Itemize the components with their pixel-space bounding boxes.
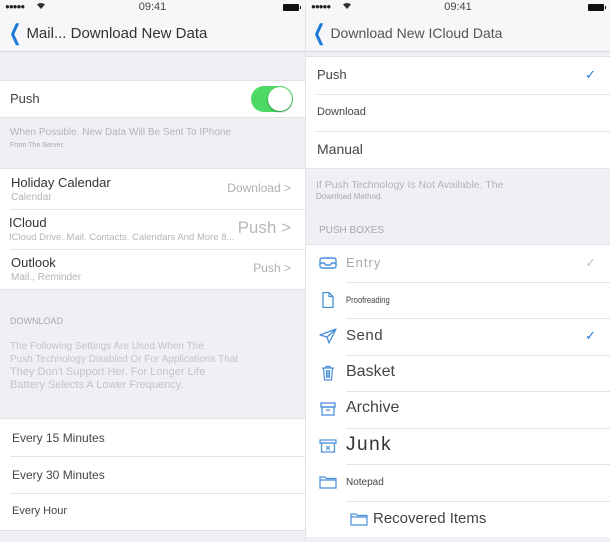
interval-label: Every 30 Minutes	[12, 468, 105, 482]
accounts-group: Holiday Calendar Calendar Download > ICl…	[0, 168, 305, 290]
box-row-recovered-items[interactable]: Recovered Items	[306, 500, 610, 537]
download-footnote-line: Push Technology Disabled Or For Applicat…	[10, 354, 239, 365]
push-footnote-line1: When Possible. New Data Will Be Sent To …	[10, 127, 232, 138]
box-label: Archive	[346, 399, 400, 416]
status-bar: ●●●●● 09:41	[306, 0, 610, 16]
chevron-left-icon: ❮	[8, 20, 22, 45]
interval-label: Every Hour	[12, 505, 68, 517]
push-boxes-header: PUSH BOXES	[319, 225, 385, 236]
mail-download-settings-screen: ●●●●● 09:41 ❮ Mail... Download New Data …	[0, 0, 305, 542]
account-subtitle: Mail., Reminder	[11, 272, 82, 283]
back-button[interactable]: ❮ Download New ICloud Data	[310, 20, 503, 45]
account-subtitle: Calendar	[11, 192, 52, 203]
status-bar: ●●●●● 09:41	[0, 0, 305, 16]
interval-row-hour[interactable]: Every Hour	[0, 493, 305, 530]
push-row: Push	[0, 81, 305, 117]
checkmark-icon: ✓	[585, 328, 596, 343]
battery-icon	[283, 4, 301, 11]
box-row-entry[interactable]: Entry ✓	[306, 245, 610, 282]
push-footnote-line2: From The Server.	[10, 142, 65, 149]
junk-box-icon	[319, 438, 337, 453]
account-row-outlook[interactable]: Outlook Mail., Reminder Push >	[0, 249, 305, 289]
interval-row-30-minutes[interactable]: Every 30 Minutes	[0, 456, 305, 493]
toggle-knob	[268, 87, 292, 111]
account-fetch-value: Push >	[253, 261, 291, 275]
method-row-download[interactable]: Download	[306, 94, 610, 131]
box-row-send[interactable]: Send ✓	[306, 318, 610, 355]
interval-group: Every 15 Minutes Every 30 Minutes Every …	[0, 418, 305, 531]
method-label: Download	[317, 106, 366, 118]
nav-title: Download New ICloud Data	[330, 25, 503, 41]
method-label: Manual	[317, 141, 363, 157]
account-row-icloud[interactable]: ICloud ICloud Drive. Mail. Contacts. Cal…	[0, 209, 305, 249]
push-boxes-group: Entry ✓ Proofreading Send ✓ Basket Archi…	[306, 244, 610, 537]
push-group: Push	[0, 80, 305, 118]
box-row-junk[interactable]: Junk	[306, 427, 610, 464]
account-name: Holiday Calendar	[11, 175, 111, 190]
box-row-basket[interactable]: Basket	[306, 354, 610, 391]
methods-footnote-line1: If Push Technology Is Not Available. The	[316, 179, 504, 191]
download-section: DOWNLOAD The Following Settings Are Used…	[0, 290, 305, 418]
box-label: Recovered Items	[373, 509, 487, 527]
download-footnote-line: Battery Selects A Lower Frequency.	[10, 379, 184, 391]
box-row-proofreading[interactable]: Proofreading	[306, 281, 610, 318]
draft-document-icon	[322, 291, 334, 308]
box-label: Send	[346, 327, 384, 344]
method-label: Push	[317, 67, 347, 82]
box-row-notepad[interactable]: Notepad	[306, 464, 610, 501]
methods-footnote-line2: Download Method.	[316, 192, 383, 201]
clock-time: 09:41	[138, 1, 167, 13]
checkmark-icon: ✓	[585, 67, 596, 82]
account-fetch-value: Push >	[237, 218, 291, 237]
download-section-header: DOWNLOAD	[10, 316, 64, 326]
account-name: Outlook	[11, 255, 56, 270]
trash-icon	[322, 365, 334, 381]
download-footnote-line: The Following Settings Are Used When The	[10, 341, 204, 352]
paper-plane-icon	[319, 328, 337, 344]
account-fetch-value: Download >	[227, 181, 291, 195]
navigation-bar: ❮ Download New ICloud Data	[306, 16, 610, 52]
push-footnote: When Possible. New Data Will Be Sent To …	[0, 118, 305, 168]
battery-icon	[588, 4, 606, 11]
navigation-bar: ❮ Mail... Download New Data	[0, 16, 305, 52]
account-row-holiday-calendar[interactable]: Holiday Calendar Calendar Download >	[0, 169, 305, 209]
box-label: Notepad	[346, 477, 384, 488]
back-button[interactable]: ❮ Mail... Download New Data	[6, 20, 208, 45]
box-label: Basket	[346, 362, 395, 380]
method-row-push[interactable]: Push ✓	[306, 57, 610, 94]
interval-row-15-minutes[interactable]: Every 15 Minutes	[0, 419, 305, 456]
account-subtitle: ICloud Drive. Mail. Contacts. Calendars …	[9, 232, 235, 243]
box-label: Entry	[346, 255, 382, 270]
nav-title: Mail... Download New Data	[26, 24, 208, 42]
download-footnote-line: They Don't Support Her. For Longer Life	[10, 366, 206, 378]
box-row-archive[interactable]: Archive	[306, 391, 610, 428]
icloud-download-settings-screen: ●●●●● 09:41 ❮ Download New ICloud Data P…	[305, 0, 610, 542]
folder-icon	[319, 476, 337, 489]
chevron-left-icon: ❮	[312, 20, 326, 45]
download-footnote: The Following Settings Are Used When The…	[0, 340, 248, 392]
box-label: Proofreading	[346, 294, 390, 305]
checkmark-icon: ✓	[585, 255, 596, 270]
archive-box-icon	[320, 402, 336, 416]
account-name: ICloud	[9, 215, 47, 230]
inbox-icon	[319, 257, 337, 269]
box-label: Junk	[346, 433, 393, 455]
push-label: Push	[10, 91, 40, 106]
methods-footnote-section: If Push Technology Is Not Available. The…	[306, 169, 610, 244]
interval-label: Every 15 Minutes	[12, 431, 105, 445]
method-row-manual[interactable]: Manual	[306, 131, 610, 168]
folder-icon	[350, 512, 368, 526]
push-toggle[interactable]	[251, 86, 293, 112]
clock-time: 09:41	[444, 1, 472, 13]
methods-footnote: If Push Technology Is Not Available. The…	[306, 169, 610, 203]
fetch-method-group: Push ✓ Download Manual	[306, 56, 610, 169]
